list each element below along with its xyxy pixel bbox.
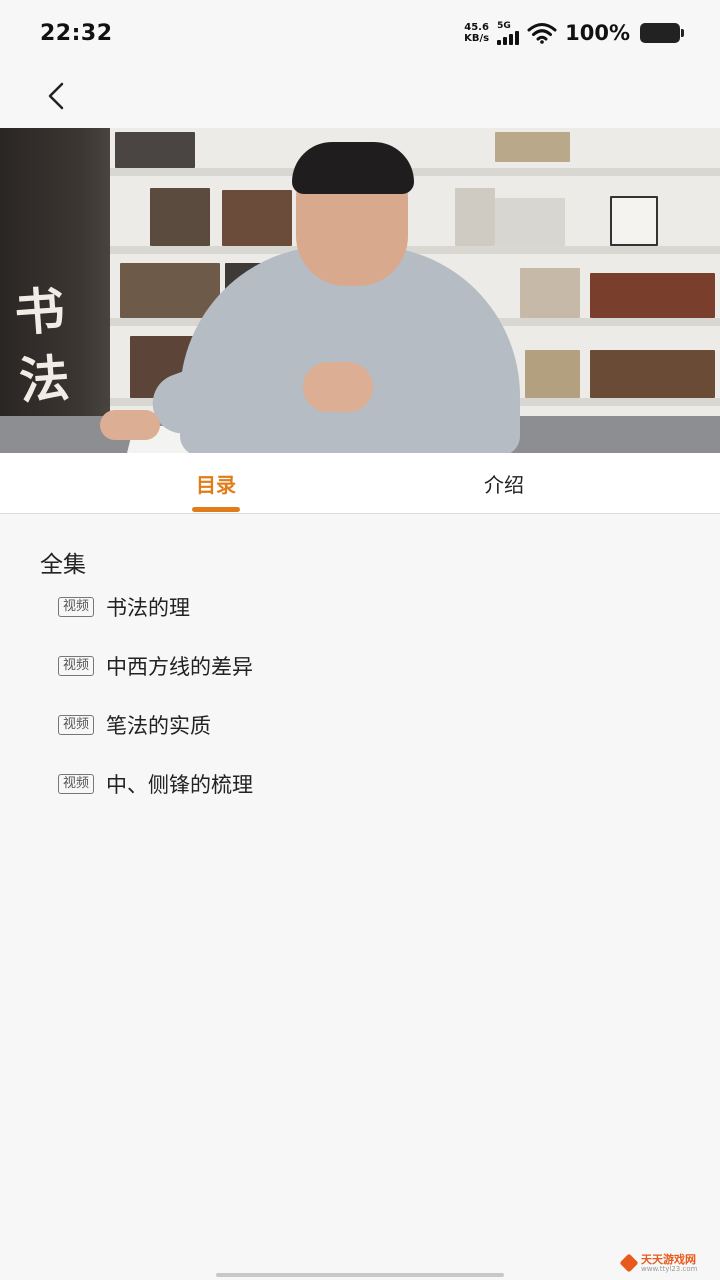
speaker-hair	[292, 142, 414, 194]
hand	[303, 362, 373, 412]
status-bar: 22:32 45.6 KB/s 5G 100%	[0, 0, 720, 66]
list-item[interactable]: 视频 中西方线的差异	[58, 648, 253, 684]
episode-title: 中、侧锋的梳理	[106, 773, 254, 797]
cellular-signal: 5G	[497, 20, 520, 45]
status-icons: 45.6 KB/s 5G 100%	[464, 20, 684, 45]
picture-frame	[610, 196, 658, 246]
book	[525, 350, 580, 398]
net-speed-value: 45.6	[464, 22, 489, 33]
book	[120, 263, 220, 318]
home-indicator[interactable]	[216, 1273, 504, 1277]
back-button[interactable]	[36, 76, 76, 116]
tab-catalog[interactable]: 目录	[176, 453, 256, 514]
hand	[100, 410, 160, 440]
watermark-logo-icon	[619, 1253, 639, 1273]
list-item[interactable]: 视频 笔法的实质	[58, 707, 211, 743]
book	[520, 268, 580, 318]
book	[455, 188, 495, 246]
battery-percent: 100%	[565, 21, 630, 45]
book	[150, 188, 210, 246]
video-tag: 视频	[58, 715, 95, 735]
book	[590, 350, 715, 398]
nav-bar	[0, 66, 720, 128]
tab-bar: 目录 介绍	[0, 453, 720, 514]
shelf	[110, 168, 720, 176]
net-speed: 45.6 KB/s	[464, 22, 489, 44]
status-time: 22:32	[40, 20, 113, 46]
net-speed-unit: KB/s	[464, 33, 490, 44]
episode-title: 笔法的实质	[106, 714, 212, 738]
signal-bars-icon	[497, 30, 520, 45]
section-title: 全集	[40, 552, 86, 578]
banner-text: 书 法	[12, 280, 72, 411]
chevron-left-icon	[48, 82, 64, 110]
book	[222, 190, 292, 246]
watermark: 天天游戏网 www.ttyl23.com	[619, 1250, 712, 1276]
list-item[interactable]: 视频 书法的理	[58, 589, 190, 625]
book	[590, 273, 715, 318]
active-tab-indicator	[192, 507, 240, 512]
video-tag: 视频	[58, 774, 95, 794]
book	[115, 132, 195, 168]
tab-introduction[interactable]: 介绍	[464, 453, 544, 514]
video-player[interactable]: 书 法	[0, 128, 720, 453]
watermark-url: www.ttyl23.com	[641, 1264, 698, 1273]
calligraphy-banner: 书 法	[0, 128, 110, 453]
video-tag: 视频	[58, 597, 95, 617]
book	[495, 132, 570, 162]
episode-title: 书法的理	[106, 596, 191, 620]
list-item[interactable]: 视频 中、侧锋的梳理	[58, 766, 253, 802]
wifi-icon	[527, 23, 557, 44]
watermark-text: 天天游戏网	[641, 1252, 696, 1266]
book	[495, 198, 565, 246]
episode-title: 中西方线的差异	[106, 655, 254, 679]
video-tag: 视频	[58, 656, 95, 676]
network-type: 5G	[497, 20, 511, 31]
battery-icon	[640, 23, 684, 43]
